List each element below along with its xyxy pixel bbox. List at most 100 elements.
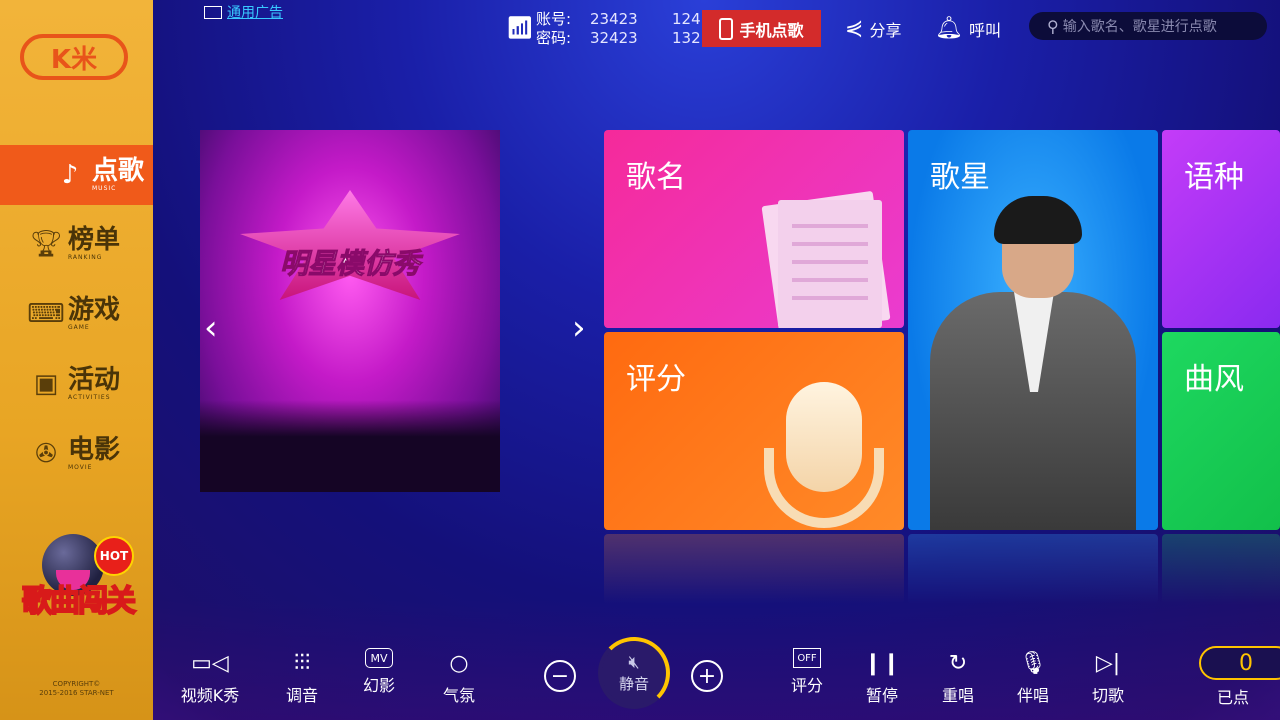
tile-reflection [604, 534, 904, 604]
mute-label: 静音 [618, 675, 649, 693]
music-note-icon: ♪ [61, 160, 79, 190]
tile-label: 语种 [1184, 160, 1244, 195]
control-label: 切歌 [1091, 686, 1124, 705]
tile-label: 歌名 [626, 160, 686, 195]
mv-icon: MV [365, 648, 393, 668]
tile-style[interactable]: 曲风 [1162, 332, 1280, 530]
accompany-button[interactable]: 🎙︎ 伴唱 [1003, 648, 1063, 706]
password-value-2: 132 [672, 29, 700, 47]
tile-label: 曲风 [1184, 362, 1244, 397]
nav-item-game[interactable]: ⌨ 游戏 GAME [0, 284, 153, 344]
call-label: 呼叫 [968, 20, 1001, 40]
account-value: 23423 [590, 10, 638, 28]
control-label: 暂停 [865, 686, 898, 705]
plus-icon: + [697, 663, 717, 689]
microphone-icon: 🎙︎ [1019, 650, 1047, 676]
account-label: 账号: [536, 10, 572, 28]
search-icon: ⚲ [1047, 16, 1059, 36]
wifi-icon: 📶︎ [506, 16, 534, 41]
queued-count-badge[interactable]: 0 [1199, 646, 1280, 680]
chevron-right-icon[interactable]: › [572, 308, 586, 348]
song-challenge-promo[interactable]: HOT 歌曲闯关 [8, 512, 148, 632]
skip-next-icon: ▷| [1095, 650, 1121, 676]
share-button[interactable]: ⋞ 分享 [845, 16, 901, 41]
nav-item-movie[interactable]: ✇ 电影 MOVIE [0, 424, 153, 484]
control-label: 伴唱 [1016, 686, 1049, 705]
balloon-icon: ○ [449, 650, 469, 676]
tile-label: 歌星 [930, 160, 990, 195]
call-button[interactable]: 🔔︎ 呼叫 [935, 16, 1001, 41]
minus-icon: − [550, 663, 570, 689]
pause-icon: ❙❙ [863, 650, 901, 676]
banner-title: 明星模仿秀 [279, 247, 420, 281]
ad-link-label: 通用广告 [227, 5, 283, 21]
mute-button[interactable]: 🔇︎ 静音 [598, 637, 670, 709]
copyright-line1: COPYRIGHT© [52, 680, 101, 688]
tile-song-name[interactable]: 歌名 [604, 130, 904, 328]
microphone-icon [786, 382, 862, 492]
volume-up-button[interactable]: + [691, 660, 723, 692]
tile-reflection [1162, 534, 1280, 604]
promo-title: 歌曲闯关 [21, 583, 137, 620]
tile-reflection [908, 534, 1158, 604]
nav-label: 榜单 [68, 225, 121, 255]
control-label: 幻影 [362, 676, 395, 695]
film-reel-icon: ✇ [35, 439, 57, 469]
account-value-2: 124 [672, 10, 700, 28]
tile-score[interactable]: 评分 [604, 332, 904, 530]
kmi-logo: K米 [20, 34, 128, 80]
queued-label[interactable]: 已点 [1217, 684, 1249, 708]
nav-sublabel: MOVIE [68, 464, 93, 471]
envelope-icon [204, 5, 222, 19]
nav-sublabel: RANKING [68, 254, 103, 261]
pause-button[interactable]: ❙❙ 暂停 [852, 648, 912, 706]
sidebar: K米 ♪ 点歌 MUSIC 🏆︎ 榜单 RANKING ⌨ 游戏 GAME ▣ 活动 A… [0, 0, 153, 720]
share-label: 分享 [869, 20, 902, 40]
chevron-left-icon[interactable]: ‹ [204, 308, 218, 348]
control-label: 重唱 [941, 686, 974, 705]
phantom-button[interactable]: MV 幻影 [349, 648, 409, 696]
nav-sublabel: MUSIC [92, 185, 117, 192]
tile-label: 评分 [626, 362, 686, 397]
password-value: 32423 [590, 29, 638, 47]
search-input[interactable]: ⚲ 输入歌名、歌星进行点歌 [1029, 12, 1267, 40]
replay-icon: ↻ [948, 650, 968, 676]
nav-sublabel: ACTIVITIES [68, 394, 111, 401]
hot-badge: HOT [94, 536, 134, 576]
volume-down-button[interactable]: − [544, 660, 576, 692]
skip-button[interactable]: ▷| 切歌 [1078, 648, 1138, 706]
control-label: 气氛 [442, 686, 475, 705]
nav-label: 游戏 [68, 295, 121, 325]
control-label: 调音 [285, 686, 318, 705]
replay-button[interactable]: ↻ 重唱 [928, 648, 988, 706]
search-placeholder: 输入歌名、歌星进行点歌 [1062, 19, 1217, 35]
atmosphere-button[interactable]: ○ 气氛 [429, 648, 489, 706]
share-icon: ⋞ [845, 16, 864, 41]
copyright: COPYRIGHT© 2015-2016 STAR-NET [0, 680, 153, 698]
singer-hair [994, 196, 1082, 244]
phone-order-button[interactable]: 手机点歌 [702, 10, 821, 47]
score-toggle-button[interactable]: OFF 评分 [777, 648, 837, 696]
tile-language[interactable]: 语种 [1162, 130, 1280, 328]
crowd-silhouette [200, 400, 500, 492]
nav-item-ranking[interactable]: 🏆︎ 榜单 RANKING [0, 214, 153, 274]
tile-singer[interactable]: 歌星 [908, 130, 1158, 530]
speaker-mute-icon: 🔇︎ [628, 652, 640, 673]
control-label: 视频K秀 [180, 686, 240, 705]
singer-photo [930, 182, 1136, 530]
document-lines [778, 200, 882, 328]
video-camera-icon: ▭◁ [191, 650, 229, 676]
gamepad-icon: ⌨ [27, 299, 65, 329]
nav-sublabel: GAME [68, 324, 90, 331]
tune-button[interactable]: ⫶⫶⫶ 调音 [272, 648, 332, 706]
equalizer-icon: ⫶⫶⫶ [293, 650, 311, 676]
video-k-button[interactable]: ▭◁ 视频K秀 [180, 648, 240, 706]
phone-order-label: 手机点歌 [739, 20, 804, 40]
nav-item-activities[interactable]: ▣ 活动 ACTIVITIES [0, 354, 153, 414]
promo-banner[interactable]: 明星模仿秀 [200, 130, 500, 492]
phone-icon [719, 17, 734, 40]
password-label: 密码: [536, 29, 572, 47]
score-off-icon: OFF [793, 648, 821, 668]
ad-link[interactable]: 通用广告 [204, 2, 283, 22]
nav-item-order-song[interactable]: ♪ 点歌 MUSIC [0, 145, 153, 205]
